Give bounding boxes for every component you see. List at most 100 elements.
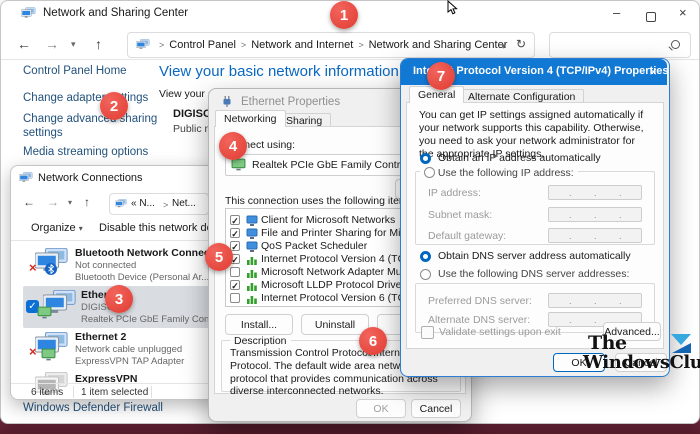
annotation-badge-4: 4 bbox=[219, 132, 247, 160]
protocol-icon bbox=[246, 254, 258, 266]
address-bar[interactable]: >Control Panel>Network and Internet>Netw… bbox=[127, 32, 535, 58]
back-button-icon[interactable]: ← bbox=[17, 36, 31, 52]
client-icon bbox=[246, 228, 258, 240]
checkbox-unchecked[interactable] bbox=[230, 293, 240, 303]
breadcrumb-control-panel[interactable]: Control Panel bbox=[169, 39, 236, 51]
adapter-name: Realtek PCIe GbE Family Controller bbox=[252, 159, 420, 171]
recent-pages-caret-icon[interactable]: ▾ bbox=[71, 39, 76, 50]
radio-use-dns[interactable] bbox=[420, 269, 431, 280]
default-gateway-label: Default gateway: bbox=[428, 230, 506, 242]
breadcrumb-separator: > bbox=[158, 200, 173, 210]
radio-use-dns-label: Use the following DNS server addresses: bbox=[438, 268, 629, 280]
radio-obtain-ip-label: Obtain an IP address automatically bbox=[438, 152, 601, 164]
ethernet-connection-icon bbox=[41, 290, 79, 322]
windowsclub-triangle-icon bbox=[671, 334, 691, 353]
disconnected-x-icon: × bbox=[29, 344, 37, 359]
client-icon bbox=[246, 241, 258, 253]
ok-button[interactable]: OK bbox=[356, 399, 406, 418]
radio-use-ip[interactable] bbox=[424, 167, 435, 178]
ipv4-close-icon[interactable]: × bbox=[649, 64, 657, 79]
validate-checkbox-label: Validate settings upon exit bbox=[439, 326, 561, 338]
tab-networking[interactable]: Networking bbox=[215, 110, 286, 127]
annotation-badge-6: 6 bbox=[359, 327, 387, 355]
ethernet-properties-plug-icon bbox=[221, 95, 233, 108]
bluetooth-connection-icon: × bbox=[33, 248, 71, 280]
connection-name: Bluetooth Network Connection bbox=[75, 247, 222, 259]
cancel-button[interactable]: Cancel bbox=[411, 399, 461, 418]
connection-name: Ethernet 2 bbox=[75, 331, 126, 343]
organize-menu[interactable]: Organize ▾ bbox=[31, 222, 83, 234]
minimize-button[interactable]: – bbox=[613, 5, 620, 20]
preferred-dns-field[interactable]: . . . bbox=[548, 293, 642, 308]
general-tab-panel: You can get IP settings assigned automat… bbox=[406, 102, 664, 349]
forward-button-icon[interactable]: → bbox=[45, 36, 59, 52]
up-button-icon[interactable]: ↑ bbox=[95, 36, 102, 52]
breadcrumb-separator: > bbox=[236, 40, 251, 50]
window-title: Network and Sharing Center bbox=[43, 7, 188, 19]
checkbox-unchecked[interactable] bbox=[230, 267, 240, 277]
connection-row-ethernet2[interactable]: × Ethernet 2 Network cable unplugged Exp… bbox=[11, 328, 221, 370]
sidebar-item-change-advanced-sharing[interactable]: Change advanced sharing settings bbox=[23, 112, 175, 140]
network-connections-window: Network Connections ← → ▾ ↑ « N... > Net… bbox=[10, 165, 222, 400]
status-selection: 1 item selected bbox=[81, 387, 148, 398]
address-dropdown-caret-icon[interactable]: ▾ bbox=[501, 41, 506, 52]
network-connections-icon bbox=[19, 172, 33, 183]
default-gateway-field[interactable]: . . . bbox=[548, 228, 642, 243]
tab-alternate-configuration[interactable]: Alternate Configuration bbox=[459, 89, 584, 103]
close-button[interactable]: × bbox=[679, 5, 687, 20]
mouse-cursor bbox=[447, 0, 460, 16]
connection-row-bluetooth[interactable]: × Bluetooth Network Connection Not conne… bbox=[11, 244, 221, 286]
breadcrumb-network-and-internet[interactable]: Network and Internet bbox=[251, 39, 353, 51]
screenshot-canvas: Network and Sharing Center – × ← → ▾ ↑ >… bbox=[0, 0, 700, 434]
checkbox-checked[interactable]: ✓ bbox=[230, 228, 240, 238]
ipv4-properties-dialog: Internet Protocol Version 4 (TCP/IPv4) P… bbox=[400, 58, 670, 377]
disable-network-device-button[interactable]: Disable this network device bbox=[99, 222, 222, 234]
radio-obtain-dns[interactable] bbox=[420, 251, 431, 262]
sidebar-item-change-adapter-settings[interactable]: Change adapter settings bbox=[23, 92, 148, 104]
ip-address-label: IP address: bbox=[428, 187, 481, 199]
adapter-plug-icon bbox=[37, 306, 52, 319]
annotation-badge-2: 2 bbox=[100, 92, 128, 120]
nc-address-bar[interactable]: « N... > Net... bbox=[109, 193, 209, 215]
annotation-badge-1: 1 bbox=[330, 1, 358, 29]
nc-breadcrumb-prefix[interactable]: « N... bbox=[131, 198, 155, 209]
nc-up-icon[interactable]: ↑ bbox=[84, 195, 90, 209]
sidebar-item-control-panel-home[interactable]: Control Panel Home bbox=[23, 65, 127, 77]
use-ip-group: Use the following IP address: IP address… bbox=[415, 171, 655, 245]
radio-use-ip-label: Use the following IP address: bbox=[438, 167, 574, 179]
address-network-icon bbox=[136, 39, 150, 50]
nc-forward-icon[interactable]: → bbox=[47, 195, 59, 209]
connection-row-expressvpn[interactable]: ExpressVPN bbox=[11, 370, 221, 384]
search-box[interactable] bbox=[549, 32, 691, 58]
adapter-plug-icon bbox=[41, 348, 56, 361]
nc-back-icon[interactable]: ← bbox=[23, 195, 35, 209]
connection-device: Bluetooth Device (Personal Ar... bbox=[75, 272, 209, 283]
radio-obtain-ip[interactable] bbox=[420, 153, 431, 164]
connection-device: Realtek PCIe GbE Family Cont... bbox=[81, 314, 220, 325]
uninstall-button[interactable]: Uninstall bbox=[301, 314, 369, 335]
connection-device: ExpressVPN TAP Adapter bbox=[75, 356, 184, 367]
annotation-badge-3: 3 bbox=[105, 285, 133, 313]
connection-status: Network cable unplugged bbox=[75, 344, 182, 355]
organize-caret-icon: ▾ bbox=[79, 224, 83, 233]
sidebar-item-windows-defender-firewall[interactable]: Windows Defender Firewall bbox=[23, 402, 163, 414]
breadcrumb-network-sharing-center[interactable]: Network and Sharing Center bbox=[369, 39, 508, 51]
sidebar-item-media-streaming[interactable]: Media streaming options bbox=[23, 146, 148, 158]
breadcrumb-separator: > bbox=[154, 40, 169, 50]
nc-breadcrumb-current[interactable]: Net... bbox=[172, 198, 196, 209]
protocol-icon bbox=[246, 267, 258, 279]
refresh-icon[interactable]: ↻ bbox=[516, 37, 526, 51]
nc-caret-icon[interactable]: ▾ bbox=[68, 198, 72, 207]
maximize-button[interactable] bbox=[646, 9, 656, 27]
disconnected-x-icon: × bbox=[29, 260, 37, 275]
radio-obtain-dns-label: Obtain DNS server address automatically bbox=[438, 250, 631, 262]
checkbox-checked[interactable]: ✓ bbox=[230, 280, 240, 290]
validate-checkbox[interactable] bbox=[421, 326, 434, 339]
breadcrumb-separator: > bbox=[353, 40, 368, 50]
subnet-mask-field[interactable]: . . . bbox=[548, 207, 642, 222]
checkbox-checked[interactable]: ✓ bbox=[230, 241, 240, 251]
ip-address-field[interactable]: . . . bbox=[548, 185, 642, 200]
install-button[interactable]: Install... bbox=[225, 314, 293, 335]
checkbox-checked[interactable]: ✓ bbox=[230, 215, 240, 225]
bluetooth-icon bbox=[45, 263, 57, 275]
